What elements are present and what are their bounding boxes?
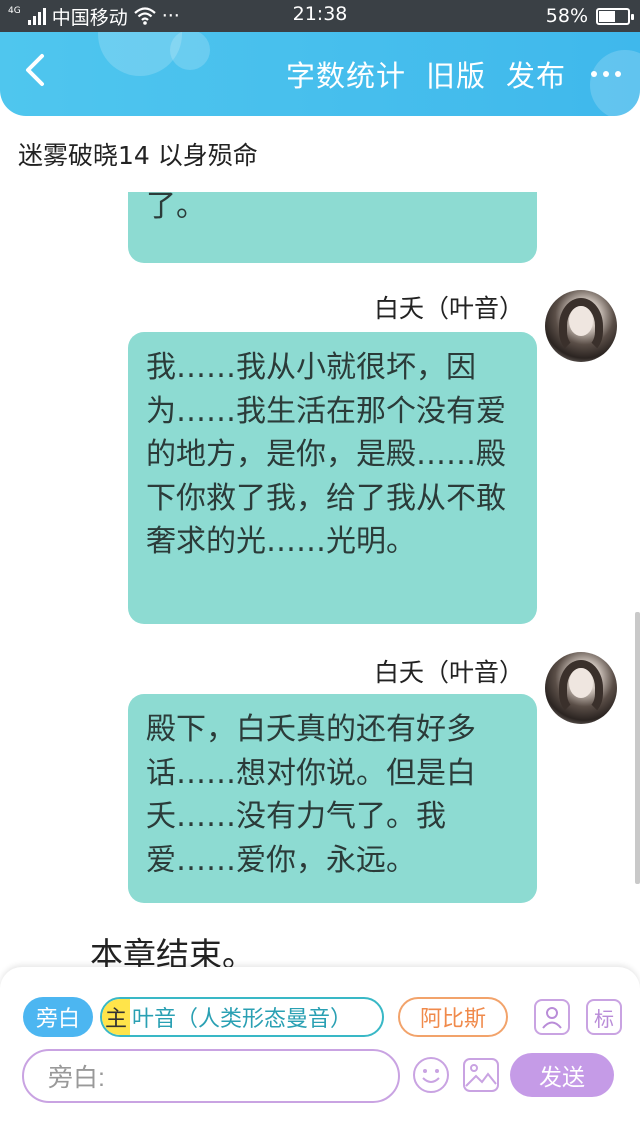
message-bubble[interactable]: 殿下，对不起，我不能陪你了。	[128, 192, 537, 263]
top-nav-bar: 字数统计 旧版 发布	[0, 32, 640, 116]
avatar[interactable]	[545, 652, 617, 724]
decor-bubble	[170, 32, 210, 70]
battery-icon	[596, 7, 634, 25]
character-select-button[interactable]	[534, 999, 570, 1035]
main-character-chip[interactable]: 主 叶音（人类形态曼音）	[100, 997, 384, 1037]
publish-button[interactable]: 发布	[506, 53, 566, 95]
app-screen: 4G 中国移动 ··· 21:38 58% 字数统计 旧版 发布 迷雾破晓14 …	[0, 0, 640, 1138]
composer-panel: 旁白 主 叶音（人类形态曼音） 阿比斯 标 旁白: 发送	[0, 967, 640, 1138]
person-icon	[542, 1007, 562, 1029]
clock: 21:38	[292, 3, 348, 25]
sender-name: 白夭（叶音）	[373, 658, 524, 687]
message-input[interactable]: 旁白:	[22, 1049, 400, 1103]
word-count-button[interactable]: 字数统计	[286, 53, 406, 95]
status-bar: 4G 中国移动 ··· 21:38 58%	[0, 0, 640, 32]
back-button[interactable]	[20, 50, 54, 90]
status-right: 58%	[545, 0, 634, 32]
scrollbar[interactable]	[635, 612, 640, 884]
smile-icon[interactable]	[412, 1056, 450, 1094]
battery-level	[599, 10, 616, 22]
header-actions: 字数统计 旧版 发布	[266, 32, 640, 116]
character-chip[interactable]: 阿比斯	[398, 997, 508, 1037]
sender-name: 白夭（叶音）	[373, 294, 524, 323]
more-menu-button[interactable]	[582, 54, 630, 94]
main-character-name: 叶音（人类形态曼音）	[132, 1007, 353, 1032]
ellipsis-icon	[591, 71, 597, 77]
chapter-title: 迷雾破晓14 以身殒命	[18, 141, 258, 170]
tag-button[interactable]: 标	[586, 999, 622, 1035]
send-button[interactable]: 发送	[510, 1053, 614, 1097]
narration-chip[interactable]: 旁白	[23, 997, 93, 1037]
message-text: 殿下，对不起，我不能陪你了。	[146, 192, 206, 224]
message-text: 我……我从小就很坏，因为……我生活在那个没有爱的地方，是你，是殿……殿下你救了我…	[146, 350, 506, 559]
message-text: 殿下，白夭真的还有好多话……想对你说。但是白夭……没有力气了。我爱……爱你，永远…	[146, 712, 476, 878]
old-version-button[interactable]: 旧版	[426, 53, 486, 95]
chat-area[interactable]: 殿下，对不起，我不能陪你了。 白夭（叶音） 我……我从小就很坏，因为……我生活在…	[0, 192, 640, 967]
battery-percent: 58%	[545, 5, 588, 27]
main-tag: 主	[102, 999, 131, 1035]
image-icon[interactable]	[462, 1056, 500, 1094]
message-bubble[interactable]: 我……我从小就很坏，因为……我生活在那个没有爱的地方，是你，是殿……殿下你救了我…	[128, 332, 537, 624]
avatar[interactable]	[545, 290, 617, 362]
decor-bubble	[98, 32, 182, 76]
message-bubble[interactable]: 殿下，白夭真的还有好多话……想对你说。但是白夭……没有力气了。我爱……爱你，永远…	[128, 694, 537, 903]
